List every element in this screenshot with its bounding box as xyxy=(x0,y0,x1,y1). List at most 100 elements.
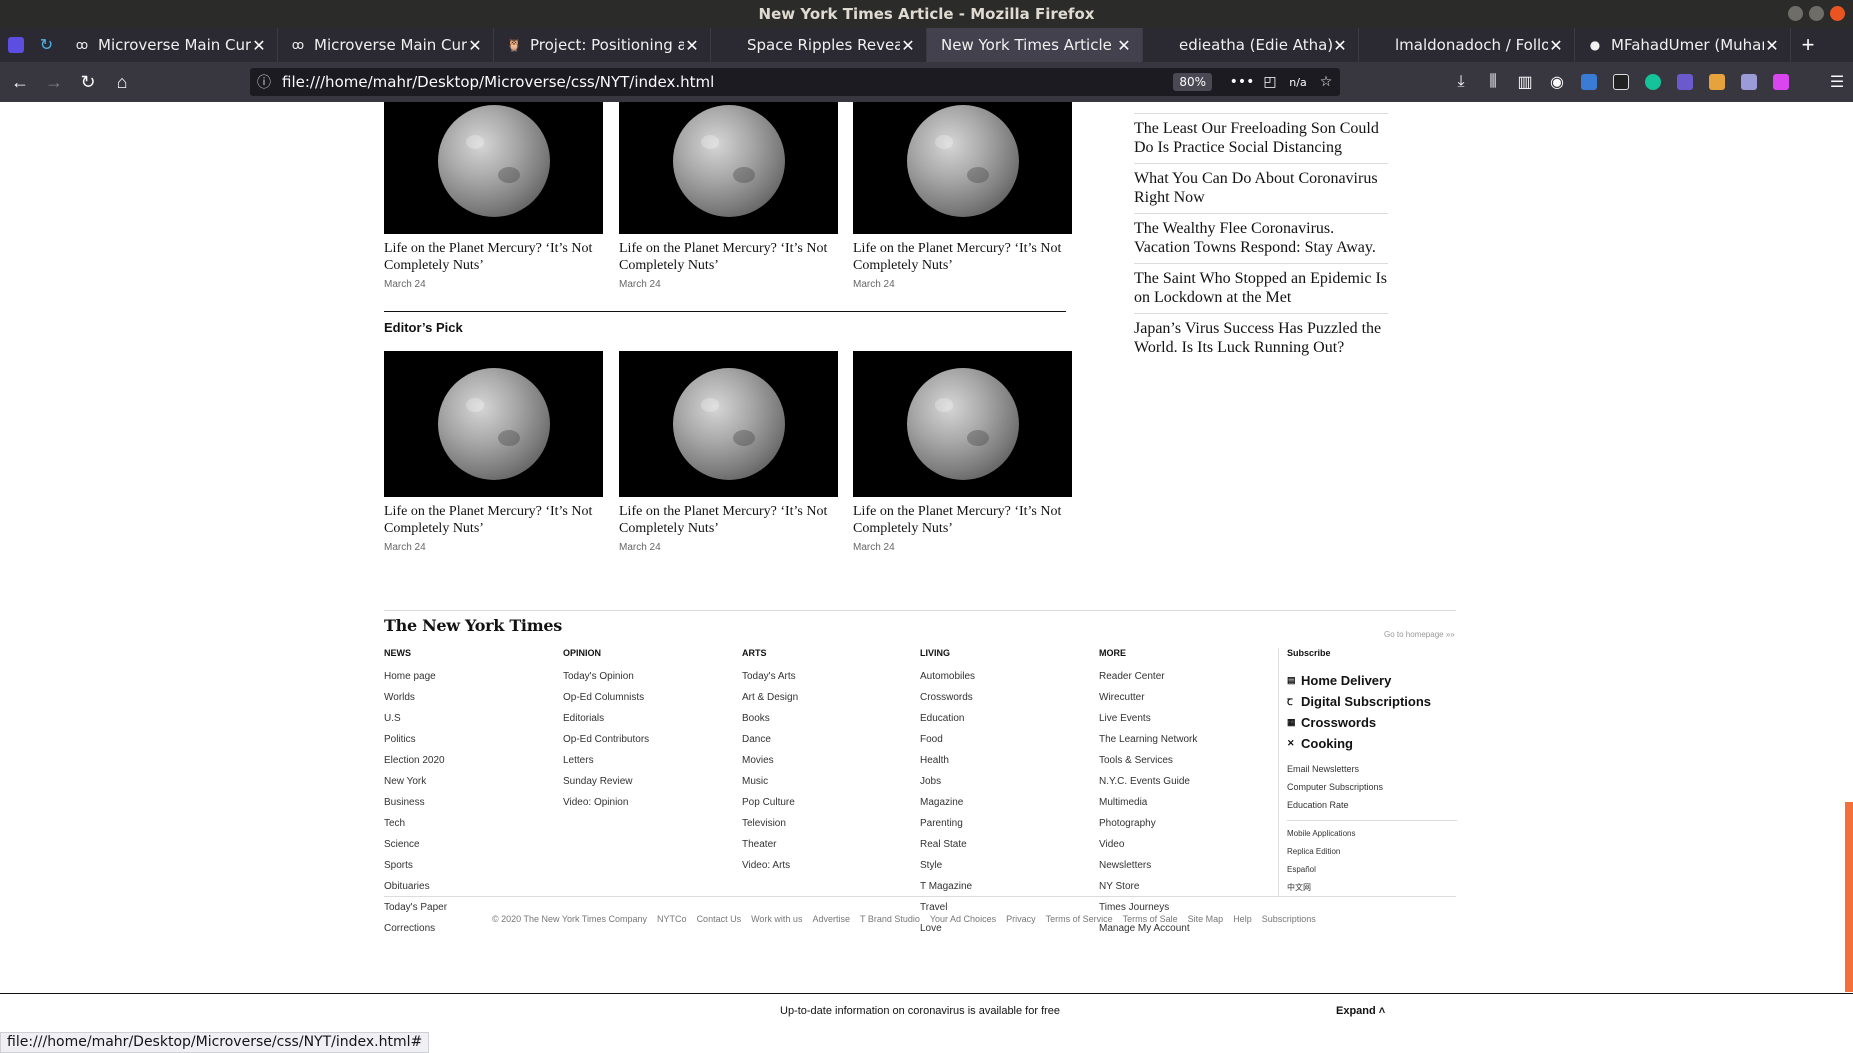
close-icon[interactable]: ✕ xyxy=(1764,36,1780,55)
footer-link[interactable]: New York xyxy=(384,775,447,796)
tab-mfahadumer[interactable]: ● MFahadUmer (Muhamm ✕ xyxy=(1575,28,1791,62)
article-headline[interactable]: Life on the Planet Mercury? ‘It’s Not Co… xyxy=(619,240,838,274)
article-image[interactable] xyxy=(619,102,838,234)
footer-link[interactable]: Pop Culture xyxy=(742,796,798,817)
footer-link[interactable]: Dance xyxy=(742,733,798,754)
nyt-logo[interactable]: The New York Times xyxy=(384,616,562,635)
grammarly-icon[interactable] xyxy=(1637,66,1669,98)
bookmark-star-icon[interactable]: ☆ xyxy=(1312,74,1340,90)
legal-link[interactable]: Terms of Service xyxy=(1046,914,1113,924)
tab-project[interactable]: 🦉 Project: Positioning and ✕ xyxy=(494,28,711,62)
legal-link[interactable]: Work with us xyxy=(751,914,802,924)
tab-edieatha[interactable]: edieatha (Edie Atha) ✕ xyxy=(1143,28,1359,62)
legal-link[interactable]: Site Map xyxy=(1188,914,1224,924)
footer-link[interactable]: Health xyxy=(920,754,975,775)
article-image[interactable] xyxy=(384,102,603,234)
close-icon[interactable]: ✕ xyxy=(1332,36,1348,55)
pinned-tab-refresh[interactable]: ↻ xyxy=(31,28,62,62)
footer-link[interactable]: Sports xyxy=(384,859,447,880)
footer-link[interactable]: Books xyxy=(742,712,798,733)
reload-button[interactable]: ↻ xyxy=(74,68,102,96)
close-window-button[interactable] xyxy=(1830,6,1845,21)
article-headline[interactable]: Life on the Planet Mercury? ‘It’s Not Co… xyxy=(619,503,838,537)
sidebar-icon[interactable]: ▥ xyxy=(1509,66,1541,98)
extension-icon[interactable] xyxy=(1765,66,1797,98)
footer-link[interactable]: Computer Subscriptions xyxy=(1287,780,1457,798)
footer-link[interactable]: Magazine xyxy=(920,796,975,817)
legal-link[interactable]: Your Ad Choices xyxy=(930,914,996,924)
footer-link[interactable]: Art & Design xyxy=(742,691,798,712)
tab-nyt-article[interactable]: New York Times Article ✕ xyxy=(927,28,1143,62)
sidebar-headline[interactable]: The Least Our Freeloading Son Could Do I… xyxy=(1134,114,1388,164)
footer-link[interactable]: Election 2020 xyxy=(384,754,447,775)
footer-link[interactable]: Music xyxy=(742,775,798,796)
close-icon[interactable]: ✕ xyxy=(684,36,700,55)
legal-link[interactable]: Help xyxy=(1233,914,1252,924)
editors-pick-card[interactable]: Life on the Planet Mercury? ‘It’s Not Co… xyxy=(619,351,838,553)
footer-link[interactable]: NY Store xyxy=(1099,880,1197,901)
footer-link[interactable]: Replica Edition xyxy=(1287,845,1457,863)
zoom-level[interactable]: 80% xyxy=(1173,73,1212,91)
reader-view[interactable]: n/a xyxy=(1284,76,1312,89)
footer-link[interactable]: Multimedia xyxy=(1099,796,1197,817)
homepage-link[interactable]: Go to homepage »» xyxy=(1384,630,1455,639)
footer-link[interactable]: Jobs xyxy=(920,775,975,796)
footer-link[interactable]: Photography xyxy=(1099,817,1197,838)
tab-microverse-1[interactable]: ꝏ Microverse Main Curricu ✕ xyxy=(62,28,278,62)
footer-link[interactable]: Wirecutter xyxy=(1099,691,1197,712)
close-icon[interactable]: ✕ xyxy=(1116,36,1132,55)
legal-link[interactable]: T Brand Studio xyxy=(860,914,920,924)
extension-icon[interactable] xyxy=(1573,66,1605,98)
pocket-icon[interactable]: ◰ xyxy=(1256,74,1284,90)
article-headline[interactable]: Life on the Planet Mercury? ‘It’s Not Co… xyxy=(853,503,1072,537)
sidebar-headline[interactable]: What You Can Do About Coronavirus Right … xyxy=(1134,164,1388,214)
sidebar-headline[interactable]: We Do. xyxy=(1134,102,1388,114)
subscribe-cooking[interactable]: ✕ Cooking xyxy=(1287,733,1457,754)
footer-link[interactable]: Video: Arts xyxy=(742,859,798,880)
footer-link[interactable]: Style xyxy=(920,859,975,880)
footer-link[interactable]: Video xyxy=(1099,838,1197,859)
close-icon[interactable]: ✕ xyxy=(900,36,916,55)
extension-icon[interactable] xyxy=(1669,66,1701,98)
editors-pick-card[interactable]: Life on the Planet Mercury? ‘It’s Not Co… xyxy=(853,351,1072,553)
sidebar-headline[interactable]: Japan’s Virus Success Has Puzzled the Wo… xyxy=(1134,314,1388,363)
footer-link[interactable]: Education xyxy=(920,712,975,733)
footer-link[interactable]: Crosswords xyxy=(920,691,975,712)
new-tab-button[interactable]: + xyxy=(1791,28,1825,62)
subscribe-crosswords[interactable]: ▦ Crosswords xyxy=(1287,712,1457,733)
footer-link[interactable]: Obituaries xyxy=(384,880,447,901)
article-image[interactable] xyxy=(853,102,1072,234)
footer-link[interactable]: Op-Ed Columnists xyxy=(563,691,649,712)
footer-link[interactable]: T Magazine xyxy=(920,880,975,901)
footer-link[interactable]: Corrections xyxy=(384,922,447,943)
download-icon[interactable]: ⤓ xyxy=(1445,66,1477,98)
pinned-tab-microverse[interactable] xyxy=(0,28,31,62)
close-icon[interactable]: ✕ xyxy=(1548,36,1564,55)
account-icon[interactable]: ◉ xyxy=(1541,66,1573,98)
article-headline[interactable]: Life on the Planet Mercury? ‘It’s Not Co… xyxy=(384,503,603,537)
menu-icon[interactable]: ☰ xyxy=(1821,66,1853,98)
footer-link[interactable]: Today's Paper xyxy=(384,901,447,922)
legal-link[interactable]: Advertise xyxy=(812,914,850,924)
article-image[interactable] xyxy=(384,351,603,497)
subscribe-home-delivery[interactable]: ▤ Home Delivery xyxy=(1287,670,1457,691)
legal-link[interactable]: Contact Us xyxy=(697,914,742,924)
back-button[interactable]: ← xyxy=(6,68,34,96)
footer-link[interactable]: Education Rate xyxy=(1287,798,1457,816)
legal-link[interactable]: NYTCo xyxy=(657,914,687,924)
footer-link[interactable]: Tools & Services xyxy=(1099,754,1197,775)
footer-link[interactable]: Today's Arts xyxy=(742,670,798,691)
home-button[interactable]: ⌂ xyxy=(108,68,136,96)
footer-link[interactable]: Op-Ed Contributors xyxy=(563,733,649,754)
footer-link[interactable]: Parenting xyxy=(920,817,975,838)
close-icon[interactable]: ✕ xyxy=(251,36,267,55)
footer-link[interactable]: Real State xyxy=(920,838,975,859)
article-headline[interactable]: Life on the Planet Mercury? ‘It’s Not Co… xyxy=(384,240,603,274)
article-image[interactable] xyxy=(619,351,838,497)
extension-icon[interactable] xyxy=(1701,66,1733,98)
extension-icon[interactable] xyxy=(1733,66,1765,98)
more-actions-icon[interactable]: ••• xyxy=(1228,74,1256,90)
library-icon[interactable]: ⫼ xyxy=(1477,66,1509,98)
footer-link[interactable]: Español xyxy=(1287,863,1457,881)
info-icon[interactable]: ⓘ xyxy=(250,72,278,92)
